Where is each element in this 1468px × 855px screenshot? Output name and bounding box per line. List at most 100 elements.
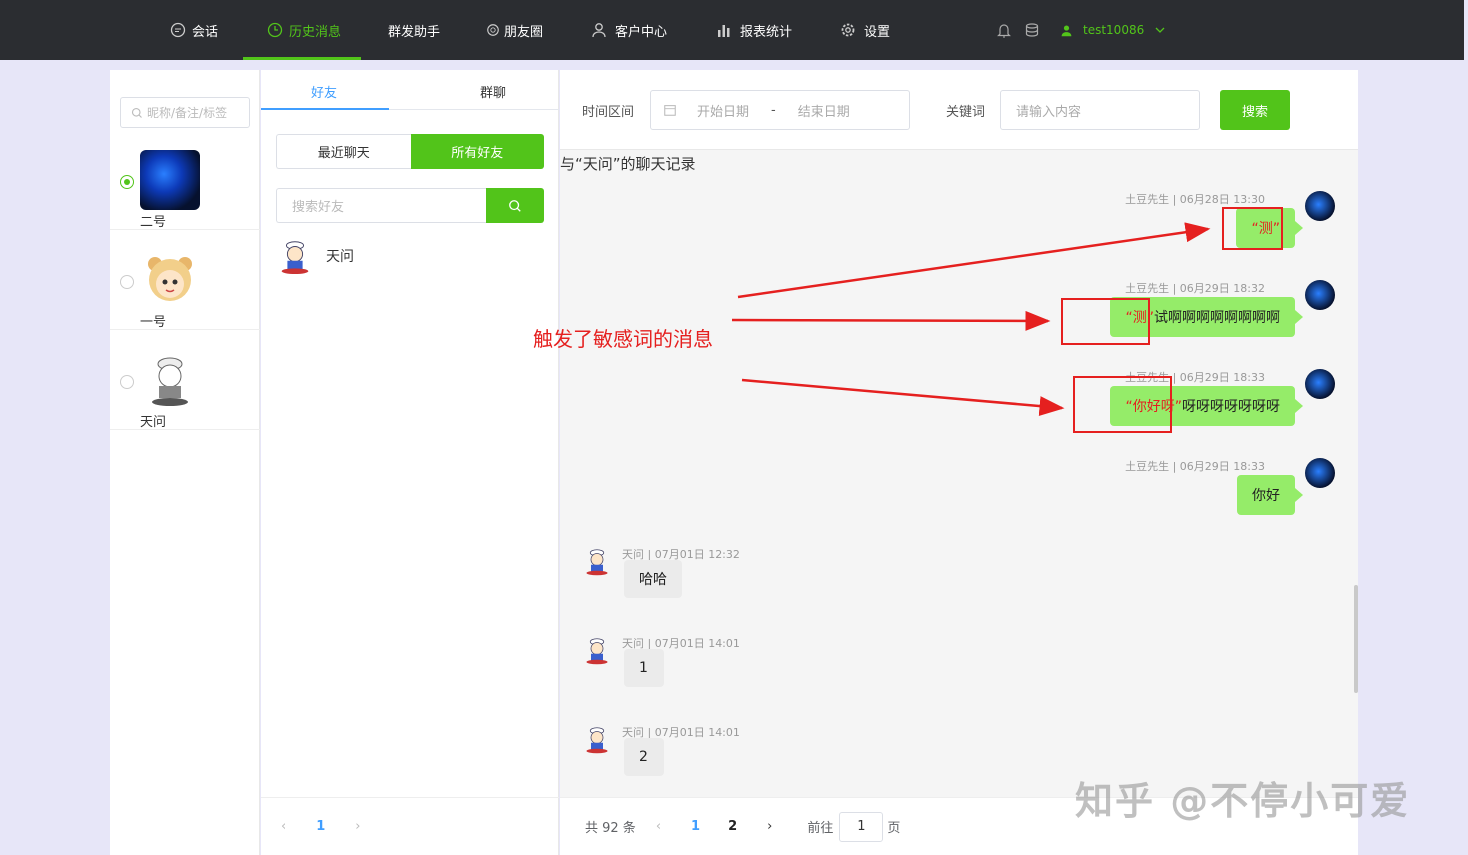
top-navbar: 会话 历史消息 群发助手 朋友圈 客户中心 报表统计 设置 test10086 (0, 0, 1464, 60)
page-number[interactable]: 1 (316, 819, 325, 834)
time-range-label: 时间区间 (582, 105, 635, 120)
goto-label: 前往 (807, 821, 834, 836)
database-icon[interactable] (1024, 22, 1040, 38)
avatar (1305, 458, 1335, 488)
message-text: 你好 (1252, 488, 1280, 504)
message-bubble: 1 (624, 649, 664, 687)
page-2[interactable]: 2 (728, 819, 737, 834)
date-separator: - (771, 102, 776, 118)
account-item[interactable]: 天问 (110, 330, 260, 430)
highlighted-word: “你好呀” (1125, 399, 1182, 415)
account-search-input[interactable]: 昵称/备注/标签 (120, 97, 250, 128)
account-radio[interactable] (120, 375, 134, 389)
watermark: 知乎 @不停小可爱 (1075, 779, 1411, 823)
start-date-input[interactable]: 开始日期 (697, 101, 749, 120)
chat-icon (170, 22, 186, 38)
friend-name: 天问 (326, 249, 354, 265)
keyword-input[interactable]: 请输入内容 (1000, 90, 1200, 130)
friend-search-input[interactable]: 搜索好友 (276, 188, 486, 223)
nav-label: 会话 (192, 24, 219, 40)
prev-page-icon[interactable]: ‹ (281, 819, 286, 834)
nav-item-customers[interactable]: 客户中心 (591, 0, 667, 60)
account-radio[interactable] (120, 175, 134, 189)
message-meta: 土豆先生 | 06月29日 18:32 (1125, 282, 1265, 295)
all-friends-button[interactable]: 所有好友 (410, 134, 544, 169)
gear-icon (841, 23, 855, 37)
avatar (1305, 280, 1335, 310)
user-menu[interactable]: test10086 (1060, 0, 1166, 60)
friend-filter-toggle: 最近聊天 所有好友 (276, 134, 544, 169)
tab-friends[interactable]: 好友 (311, 82, 337, 101)
search-icon (509, 199, 521, 212)
message-incoming: 天问 | 07月01日 14:01 2 (582, 724, 882, 784)
avatar (1305, 369, 1335, 399)
calendar-icon (664, 105, 676, 116)
nav-item-reports[interactable]: 报表统计 (716, 0, 792, 60)
date-range-picker[interactable]: 开始日期 - 结束日期 (650, 90, 910, 130)
avatar (281, 241, 309, 275)
nav-label: 报表统计 (740, 24, 793, 40)
avatar (1305, 191, 1335, 221)
search-placeholder: 昵称/备注/标签 (147, 106, 228, 120)
message-incoming: 天问 | 07月01日 14:01 1 (582, 635, 882, 695)
next-page-icon[interactable]: › (767, 819, 772, 834)
nav-label: 群发助手 (388, 24, 441, 40)
prev-page-icon[interactable]: ‹ (656, 819, 661, 834)
end-date-input[interactable]: 结束日期 (798, 101, 850, 120)
account-item[interactable]: 一号 (110, 230, 260, 330)
chat-title: 与“天问”的聊天记录 (560, 155, 696, 173)
nav-item-broadcast[interactable]: 群发助手 (388, 0, 440, 60)
avatar (140, 150, 200, 210)
bell-icon[interactable] (996, 22, 1012, 38)
avatar (586, 727, 608, 754)
keyword-label: 关键词 (946, 105, 986, 120)
nav-label: 历史消息 (289, 24, 342, 40)
next-page-icon[interactable]: › (355, 819, 360, 834)
friend-search-button[interactable] (486, 188, 544, 223)
nav-label: 设置 (864, 24, 891, 40)
recent-chats-button[interactable]: 最近聊天 (276, 134, 411, 169)
goto-page-input[interactable]: 1 (839, 811, 884, 842)
page-suffix: 页 (887, 821, 901, 836)
message-bubble: “测” (1236, 208, 1303, 248)
tab-active-indicator (261, 108, 389, 110)
message-outgoing: 土豆先生 | 06月28日 13:30 “测” (1035, 191, 1335, 251)
account-name: 二号 (140, 215, 167, 230)
message-outgoing: 土豆先生 | 06月29日 18:32 “测” 试啊啊啊啊啊啊啊啊 (1035, 280, 1335, 340)
account-panel: 昵称/备注/标签 二号 一号 天问 (110, 70, 260, 855)
nav-item-chat[interactable]: 会话 (170, 0, 218, 60)
filter-bar: 时间区间 开始日期 - 结束日期 关键词 请输入内容 搜索 (560, 70, 1358, 150)
message-outgoing: 土豆先生 | 06月29日 18:33 你好 (1035, 458, 1335, 518)
account-radio[interactable] (120, 275, 134, 289)
nav-label: 客户中心 (615, 24, 668, 40)
username: test10086 (1083, 23, 1145, 37)
message-outgoing: 土豆先生 | 06月29日 18:33 “你好呀” 呀呀呀呀呀呀呀 (1035, 369, 1335, 429)
friend-item[interactable]: 天问 (276, 237, 354, 275)
message-bubble: 2 (624, 738, 664, 776)
avatar (140, 350, 200, 410)
friend-search: 搜索好友 (276, 188, 544, 223)
nav-item-settings[interactable]: 设置 (840, 0, 890, 60)
scrollbar[interactable] (1354, 585, 1358, 693)
account-item[interactable]: 二号 (110, 130, 260, 230)
aperture-icon (487, 24, 499, 36)
message-text: 试啊啊啊啊啊啊啊啊 (1154, 310, 1280, 326)
account-name: 天问 (140, 415, 167, 430)
nav-item-history[interactable]: 历史消息 (242, 0, 362, 60)
clock-icon (267, 22, 283, 38)
message-meta: 土豆先生 | 06月28日 13:30 (1125, 193, 1265, 206)
tab-groups[interactable]: 群聊 (480, 82, 506, 101)
total-count: 共 92 条 (585, 821, 636, 836)
avatar (140, 250, 200, 310)
highlighted-word: “测” (1125, 310, 1154, 326)
nav-item-moments[interactable]: 朋友圈 (486, 0, 543, 60)
message-meta: 土豆先生 | 06月29日 18:33 (1125, 460, 1265, 473)
friend-tabs: 好友 群聊 (261, 70, 559, 110)
account-name: 一号 (140, 315, 167, 330)
annotation-text: 触发了敏感词的消息 (533, 327, 713, 351)
friend-pagination: ‹ 1 › (261, 797, 559, 855)
message-bubble: “你好呀” 呀呀呀呀呀呀呀 (1110, 386, 1303, 426)
search-button[interactable]: 搜索 (1220, 90, 1290, 130)
page-1[interactable]: 1 (691, 819, 700, 834)
chevron-down-icon (1155, 27, 1165, 33)
